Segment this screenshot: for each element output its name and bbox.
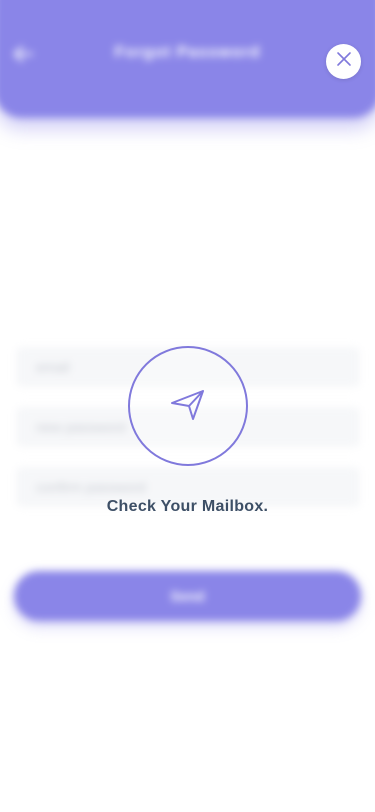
send-button[interactable]: Send <box>14 571 361 621</box>
forgot-password-screen: Forgot Password email new password confi… <box>0 0 375 812</box>
mailbox-status-circle <box>128 346 248 466</box>
status-message: Check Your Mailbox. <box>106 498 269 515</box>
send-icon <box>168 384 208 429</box>
close-icon <box>336 51 352 72</box>
close-button[interactable] <box>326 44 361 79</box>
page-title: Forgot Password <box>114 44 261 61</box>
